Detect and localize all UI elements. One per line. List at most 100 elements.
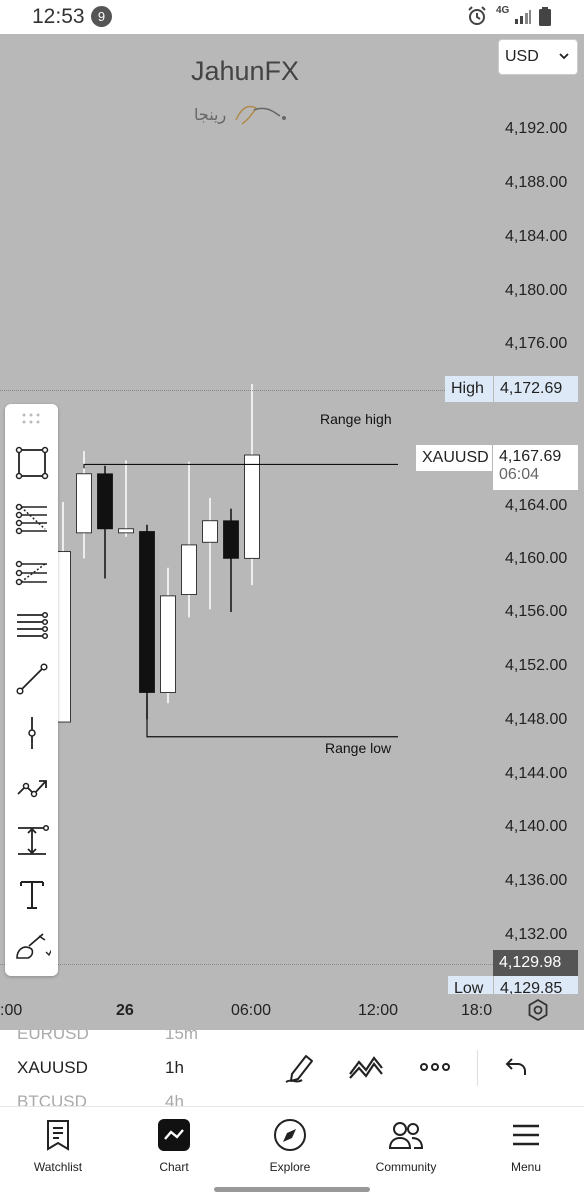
symbol-option-next[interactable]: BTCUSD xyxy=(17,1092,87,1106)
candle xyxy=(160,567,176,704)
nav-watchlist[interactable]: Watchlist xyxy=(0,1107,116,1187)
time-axis-label: 18:0 xyxy=(461,1002,493,1019)
range-low-label[interactable]: Range low xyxy=(325,740,391,756)
price-range-tool[interactable] xyxy=(13,822,51,860)
price-axis-label: 4,144.00 xyxy=(505,765,568,782)
timeframe-option-next[interactable]: 4h xyxy=(165,1092,184,1106)
range-high-label[interactable]: Range high xyxy=(320,411,392,427)
indicators-icon[interactable] xyxy=(348,1054,384,1080)
range-low-line xyxy=(146,696,398,738)
horizontal-lines-icon xyxy=(17,611,49,640)
price-axis-label: 4,148.00 xyxy=(505,711,568,728)
price-axis-label: 4,132.00 xyxy=(505,926,568,943)
time-axis-label: 06:00 xyxy=(231,1002,272,1019)
rectangle-tool[interactable] xyxy=(13,444,51,482)
price-axis-label: 4,184.00 xyxy=(505,228,568,245)
nav-explore[interactable]: Explore xyxy=(232,1107,348,1187)
hamburger-menu-icon xyxy=(513,1124,539,1146)
vertical-line-tool[interactable] xyxy=(13,714,51,752)
bar-countdown: 06:04 xyxy=(499,466,540,483)
vertical-line-icon xyxy=(28,717,36,749)
candle-body xyxy=(160,595,176,693)
app-root: { "status_bar": { "time": "12:53", "noti… xyxy=(0,0,584,1200)
candlestick-plot xyxy=(55,383,398,738)
time-axis-label: 26 xyxy=(116,1002,134,1019)
price-axis-label: 4,188.00 xyxy=(505,174,568,191)
price-axis-label: 4,152.00 xyxy=(505,657,568,674)
price-axis-label: 4,160.00 xyxy=(505,550,568,567)
more-dots-icon[interactable] xyxy=(420,1061,450,1073)
status-time: 12:53 xyxy=(32,5,85,28)
timeframe-selected[interactable]: 1h xyxy=(165,1058,184,1078)
nav-menu[interactable]: Menu xyxy=(468,1107,584,1187)
symbol-selected[interactable]: XAUUSD xyxy=(17,1058,88,1078)
candle-body xyxy=(76,473,92,534)
candle xyxy=(97,465,113,579)
candle-body xyxy=(118,528,134,534)
path-tool[interactable] xyxy=(13,768,51,806)
compass-icon xyxy=(274,1119,306,1151)
timeframe-option-prev[interactable]: 15m xyxy=(165,1030,198,1044)
nav-community[interactable]: Community xyxy=(348,1107,464,1187)
low-dotted-line xyxy=(0,964,495,965)
chart-area[interactable]: JahunFX رینجا USD Range high Range low 4… xyxy=(0,34,584,1030)
price-axis-label: 4,156.00 xyxy=(505,603,568,620)
price-axis-label: 4,176.00 xyxy=(505,335,568,352)
text-tool[interactable] xyxy=(13,876,51,914)
nav-chart[interactable]: Chart xyxy=(116,1107,232,1187)
last-price: 4,167.69 xyxy=(499,448,562,465)
candle xyxy=(202,497,218,610)
alarm-icon xyxy=(468,6,486,25)
symbol-option-prev[interactable]: EURUSD xyxy=(17,1030,89,1044)
nav-label: Community xyxy=(375,1160,437,1174)
bottom-nav: Watchlist Chart Explore Community Menu xyxy=(0,1106,584,1200)
rectangle-icon xyxy=(15,446,49,480)
price-axis-label: 4,140.00 xyxy=(505,818,568,835)
candle-body xyxy=(97,473,113,530)
time-axis-label: :00 xyxy=(0,1002,23,1019)
price-axis-label: 4,136.00 xyxy=(505,872,568,889)
trend-line-tool[interactable] xyxy=(13,660,51,698)
home-indicator[interactable] xyxy=(214,1187,370,1192)
fib-extension-icon xyxy=(15,560,47,586)
candle xyxy=(139,524,155,720)
fib-retracement-icon xyxy=(15,503,47,535)
trend-line-icon xyxy=(16,663,48,695)
brush-icon xyxy=(16,933,51,959)
candle xyxy=(223,508,239,612)
candle-body xyxy=(202,520,218,543)
nav-label: Explore xyxy=(269,1160,311,1174)
nav-label: Watchlist xyxy=(33,1160,83,1174)
brush-tool[interactable] xyxy=(13,928,51,966)
price-axis-label: 4,164.00 xyxy=(505,497,568,514)
candle xyxy=(181,461,197,618)
low-tag-price: 4,129.85 xyxy=(494,976,578,994)
nav-label: Menu xyxy=(510,1160,542,1174)
fib-retracement-tool[interactable] xyxy=(13,499,51,537)
chart-settings-icon[interactable] xyxy=(526,998,550,1022)
candle xyxy=(118,460,134,537)
drawing-toolbar xyxy=(5,404,58,976)
chart-icon xyxy=(158,1119,190,1151)
battery-icon xyxy=(539,7,551,26)
candle-body xyxy=(223,520,239,559)
high-tag-label: High xyxy=(445,376,493,402)
time-axis-label: 12:00 xyxy=(358,1002,399,1019)
nav-label: Chart xyxy=(159,1160,189,1174)
low-tag-label: Low xyxy=(448,976,493,994)
text-icon xyxy=(20,881,44,909)
candle-body xyxy=(244,454,260,559)
fib-extension-tool[interactable] xyxy=(13,554,51,592)
path-arrow-icon xyxy=(17,780,47,798)
range-high-line xyxy=(83,463,398,469)
separator xyxy=(477,1050,478,1086)
undo-icon[interactable] xyxy=(504,1056,528,1078)
price-range-icon xyxy=(18,824,49,855)
last-price-tag: 4,167.69 06:04 xyxy=(493,445,578,490)
community-icon xyxy=(388,1122,424,1149)
draw-pencil-icon[interactable] xyxy=(284,1050,316,1086)
current-low-price-tag: 4,129.98 xyxy=(493,950,578,976)
watchlist-icon xyxy=(47,1120,69,1151)
drag-handle-icon[interactable] xyxy=(21,412,41,426)
parallel-channel-tool[interactable] xyxy=(13,607,51,645)
